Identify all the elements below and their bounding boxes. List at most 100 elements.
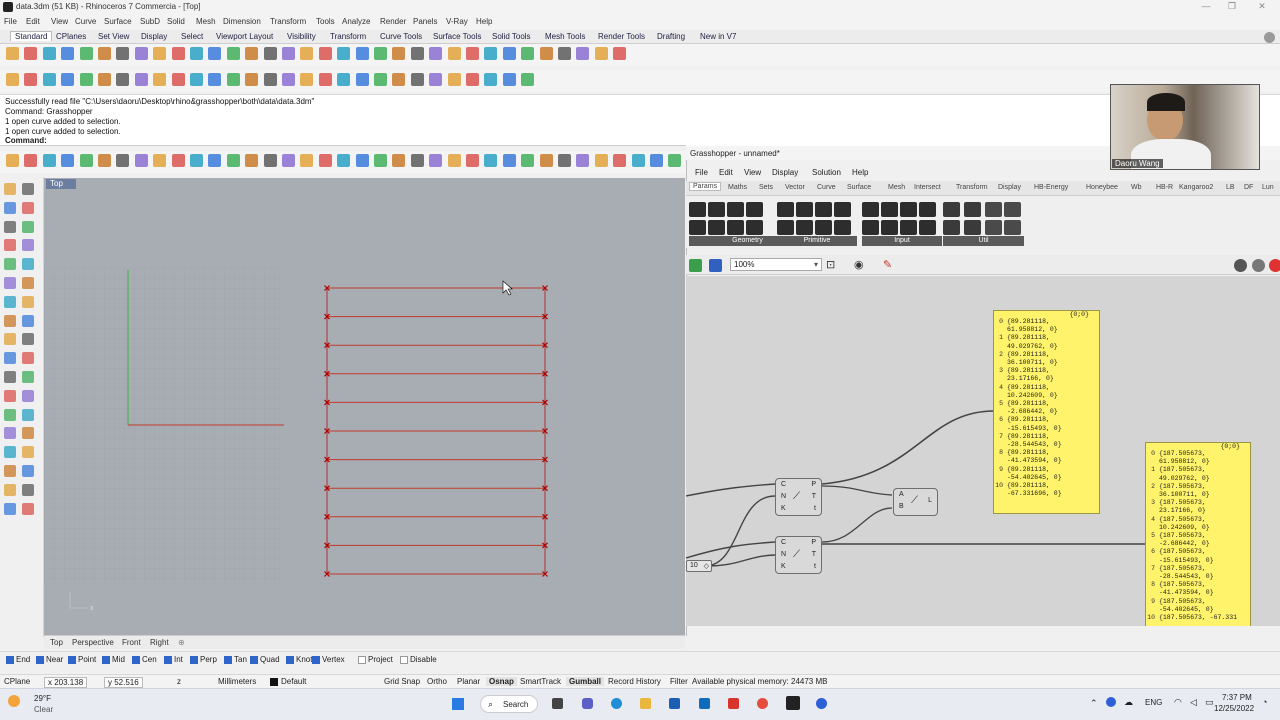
toolbar-tool-icon[interactable] [153, 47, 167, 60]
sidebar-tool-icon[interactable] [22, 277, 34, 289]
toolbar-tool-icon[interactable] [79, 47, 93, 60]
sidebar-tool-icon[interactable] [4, 239, 16, 252]
toolbar-tool-icon[interactable] [245, 73, 259, 86]
toolbar-tool-icon[interactable] [190, 73, 203, 86]
clock-date[interactable]: 12/25/2022 [1214, 704, 1254, 713]
wifi-icon[interactable]: ◠ [1174, 697, 1182, 708]
menu-render[interactable]: Render [380, 17, 406, 26]
toolbar-tool-icon[interactable] [558, 154, 571, 167]
toolbar-tool-icon[interactable] [374, 47, 387, 60]
toolbar-tab-viewport-layout[interactable]: Viewport Layout [216, 32, 273, 41]
gh-menu-help[interactable]: Help [852, 168, 868, 177]
osnap-quad[interactable]: Quad [250, 655, 280, 664]
osnap-end[interactable]: End [6, 655, 30, 664]
osnap-disable[interactable]: Disable [400, 655, 437, 664]
plus-icon[interactable]: ⊕ [178, 638, 185, 647]
menu-analyze[interactable]: Analyze [342, 17, 370, 26]
battery-icon[interactable]: ▭ [1205, 697, 1214, 708]
toolbar-tool-icon[interactable] [61, 154, 75, 167]
checkbox-icon[interactable] [164, 655, 172, 664]
gh-param-component-icon[interactable] [900, 202, 917, 217]
sketch-pen-icon[interactable]: ✎ [883, 258, 892, 271]
toolbar-tool-icon[interactable] [208, 154, 222, 167]
panel-points-a[interactable]: {0;0} 0 {89.281118, 61.958812, 0} 1 {89.281… [993, 310, 1100, 514]
weather-desc[interactable]: Clear [34, 705, 53, 714]
sidebar-tool-icon[interactable] [4, 389, 16, 402]
sidebar-tool-icon[interactable] [4, 277, 16, 289]
checkbox-icon[interactable] [224, 655, 232, 664]
sidebar-tool-icon[interactable] [22, 352, 34, 365]
gh-menu-solution[interactable]: Solution [812, 168, 841, 177]
menu-transform[interactable]: Transform [270, 17, 306, 26]
toolbar-tool-icon[interactable] [521, 47, 535, 60]
gh-tab-lun[interactable]: Lun [1262, 184, 1274, 191]
toolbar-tool-icon[interactable] [208, 47, 222, 60]
divide-curve-component-2[interactable]: C N K P T t ⟋ [775, 536, 822, 574]
viewport-title-tab[interactable]: Top [46, 179, 76, 189]
tab-right[interactable]: Right [150, 638, 169, 647]
toolbar-tool-icon[interactable] [484, 73, 498, 86]
menu-view[interactable]: View [51, 17, 68, 26]
toolbar-tool-icon[interactable] [466, 47, 479, 60]
toolbar-tab-render-tools[interactable]: Render Tools [598, 32, 645, 41]
onedrive-icon[interactable]: ☁ [1124, 697, 1133, 708]
gh-param-component-icon[interactable] [727, 220, 744, 235]
windows-start-icon[interactable] [452, 698, 464, 710]
toolbar-tab-select[interactable]: Select [181, 32, 203, 41]
gh-param-component-icon[interactable] [943, 202, 960, 217]
osnap-perp[interactable]: Perp [190, 655, 217, 664]
volume-icon[interactable]: ◁ [1190, 697, 1197, 708]
toolbar-tool-icon[interactable] [374, 73, 387, 86]
sidebar-tool-icon[interactable] [22, 427, 34, 440]
toolbar-tool-icon[interactable] [502, 47, 516, 60]
toolbar-tool-icon[interactable] [190, 154, 203, 167]
toolbar-tool-icon[interactable] [153, 73, 167, 86]
toolbar-tool-icon[interactable] [410, 154, 424, 167]
toggle-filter[interactable]: Filter [670, 677, 688, 686]
toolbar-tool-icon[interactable] [594, 47, 608, 60]
toolbar-tab-new-in-v7[interactable]: New in V7 [700, 32, 736, 41]
open-file-icon[interactable] [689, 259, 702, 272]
toolbar-tool-icon[interactable] [153, 154, 167, 167]
menu-v-ray[interactable]: V-Ray [446, 17, 468, 26]
toolbar-tool-icon[interactable] [61, 47, 75, 60]
sidebar-tool-icon[interactable] [4, 333, 16, 346]
toolbar-tool-icon[interactable] [447, 47, 461, 60]
sidebar-tool-icon[interactable] [22, 333, 34, 346]
toolbar-tool-icon[interactable] [98, 47, 111, 60]
menu-mesh[interactable]: Mesh [196, 17, 216, 26]
minimize-icon[interactable]: — [1199, 1, 1213, 11]
gh-menu-display[interactable]: Display [772, 168, 798, 177]
toolbar-tool-icon[interactable] [318, 154, 332, 167]
tab-front[interactable]: Front [122, 638, 141, 647]
divide-curve-component-1[interactable]: C N K P T t ⟋ [775, 478, 822, 516]
checkbox-icon[interactable] [68, 655, 76, 664]
task-view-icon[interactable] [552, 698, 563, 709]
mail-icon[interactable] [699, 698, 710, 709]
gh-param-component-icon[interactable] [862, 220, 879, 235]
gh-tab-sets[interactable]: Sets [759, 184, 773, 191]
toolbar-tool-icon[interactable] [134, 73, 148, 86]
menu-surface[interactable]: Surface [104, 17, 132, 26]
zoom-select[interactable]: 100% ▾ [730, 258, 822, 271]
curve-lines[interactable] [324, 285, 548, 577]
toolbar-tool-icon[interactable] [374, 154, 387, 167]
sidebar-tool-icon[interactable] [4, 220, 16, 233]
toolbar-tool-icon[interactable] [134, 154, 148, 167]
gh-param-component-icon[interactable] [919, 202, 936, 217]
toolbar-tool-icon[interactable] [24, 73, 38, 86]
menu-tools[interactable]: Tools [316, 17, 335, 26]
osnap-tan[interactable]: Tan [224, 655, 247, 664]
toolbar-tool-icon[interactable] [447, 73, 461, 86]
toolbar-tool-icon[interactable] [116, 154, 130, 167]
osnap-near[interactable]: Near [36, 655, 63, 664]
gh-param-component-icon[interactable] [746, 220, 763, 235]
toggle-smarttrack[interactable]: SmartTrack [520, 677, 561, 686]
toggle-osnap[interactable]: Osnap [486, 677, 517, 686]
taskbar-search[interactable]: ⌕ Search [480, 695, 538, 713]
gh-menu-view[interactable]: View [744, 168, 761, 177]
checkbox-icon[interactable] [250, 655, 258, 664]
gh-param-component-icon[interactable] [746, 202, 763, 217]
gh-param-component-icon[interactable] [689, 220, 706, 235]
menu-edit[interactable]: Edit [26, 17, 40, 26]
